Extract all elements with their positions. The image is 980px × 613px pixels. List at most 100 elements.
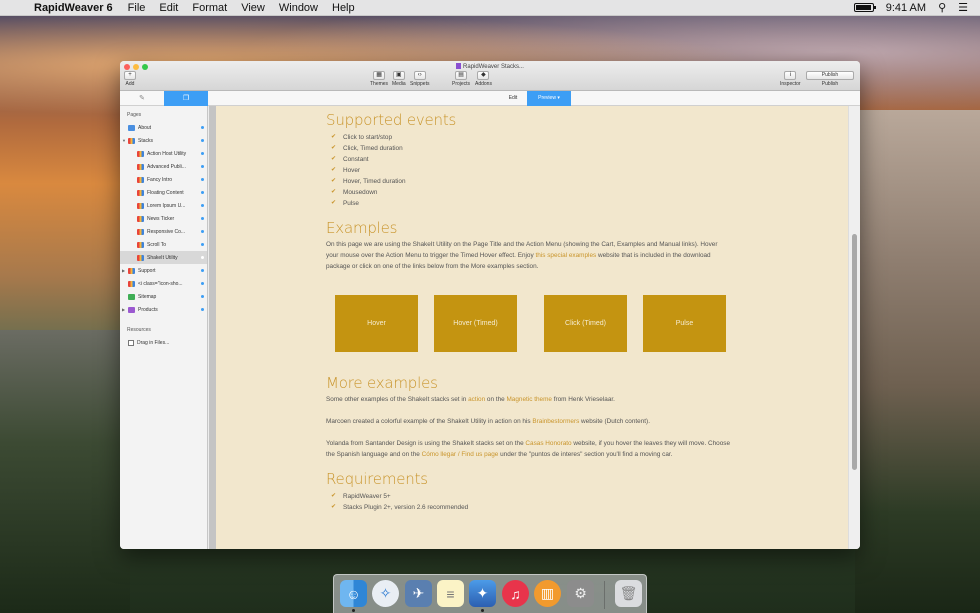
- menu-format[interactable]: Format: [185, 2, 234, 14]
- sitemap-icon: [128, 293, 135, 300]
- sidebar-item-action-host-utility[interactable]: Action Host Utility: [120, 147, 207, 160]
- hover-example-button[interactable]: Hover: [335, 295, 418, 352]
- itunes-icon[interactable]: ♫: [502, 580, 529, 607]
- drag-in-files[interactable]: Drag in Files...: [120, 336, 207, 349]
- list-item: Hover: [326, 165, 731, 176]
- add-button[interactable]: + Add: [124, 71, 136, 87]
- addons-button[interactable]: ◆ Addons: [475, 71, 492, 87]
- status-dot: [201, 295, 204, 298]
- page-icon: [128, 124, 135, 131]
- list-item: Mousedown: [326, 187, 731, 198]
- plus-icon: +: [124, 71, 136, 80]
- content-column-lower: More examples Some other examples of the…: [326, 374, 731, 513]
- status-dot: [201, 191, 204, 194]
- status-dot: [201, 230, 204, 233]
- notes-icon[interactable]: ≡: [437, 580, 464, 607]
- sidebar-item-stacks[interactable]: ▼ Stacks: [120, 134, 207, 147]
- magnetic-theme-link[interactable]: Magnetic theme: [506, 396, 551, 403]
- rapidweaver-window: RapidWeaver Stacks... + Add ▦ Themes ▣ Medi…: [120, 61, 860, 549]
- dock: ☺ ✧ ✈ ≡ ✦ ♫ ▥ ⚙ 🗑: [333, 574, 647, 613]
- publish-button-label: Publish: [821, 72, 839, 78]
- sidebar-item-fancy-intro[interactable]: Fancy Intro: [120, 173, 207, 186]
- tab-preview[interactable]: Preview ▾: [527, 91, 571, 106]
- status-dot: [201, 139, 204, 142]
- menu-window[interactable]: Window: [272, 2, 325, 14]
- menu-view[interactable]: View: [234, 2, 272, 14]
- list-item: Click to start/stop: [326, 132, 731, 143]
- menu-help[interactable]: Help: [325, 2, 362, 14]
- ibooks-icon[interactable]: ▥: [534, 580, 561, 607]
- menu-edit[interactable]: Edit: [152, 2, 185, 14]
- disclosure-open-icon[interactable]: ▼: [122, 138, 126, 143]
- find-us-page-link[interactable]: Cómo llegar / Find us page: [422, 451, 499, 458]
- wallpaper-right-cliff: [855, 110, 980, 613]
- media-button[interactable]: ▣ Media: [392, 71, 406, 87]
- wallpaper-left-scenery: [0, 330, 130, 613]
- snippets-button[interactable]: ‹› Snippets: [410, 71, 429, 87]
- pulse-example-button[interactable]: Pulse: [643, 295, 726, 352]
- tab-edit[interactable]: Edit: [499, 91, 527, 106]
- projects-button[interactable]: ▤ Projects: [452, 71, 470, 87]
- publish-button[interactable]: Publish: [806, 71, 854, 80]
- more-examples-heading: More examples: [326, 374, 438, 392]
- app-menu[interactable]: RapidWeaver 6: [30, 2, 121, 14]
- requirements-list: RapidWeaver 5+ Stacks Plugin 2+, version…: [326, 491, 731, 513]
- tab-wrench[interactable]: ✎: [120, 91, 164, 106]
- action-link[interactable]: action: [468, 396, 485, 403]
- sidebar-item-support[interactable]: ▶ Support: [120, 264, 207, 277]
- disclosure-closed-icon[interactable]: ▶: [122, 268, 125, 273]
- rapidweaver-icon[interactable]: ✦: [469, 580, 496, 607]
- inspector-button[interactable]: i Inspector: [780, 71, 801, 87]
- brainbestormers-link[interactable]: Brainbestormers: [532, 418, 579, 425]
- click-timed-example-button[interactable]: Click (Timed): [544, 295, 627, 352]
- list-item: RapidWeaver 5+: [326, 491, 731, 502]
- preview-scrollbar[interactable]: [848, 106, 860, 549]
- pages-sidebar: Pages About ▼ Stacks Action Host Utility …: [120, 106, 208, 549]
- sidebar-item-icon-shopping[interactable]: <i class="icon-sho...: [120, 277, 207, 290]
- status-dot: [201, 282, 204, 285]
- themes-button[interactable]: ▦ Themes: [370, 71, 388, 87]
- list-item: Pulse: [326, 198, 731, 209]
- status-dot: [201, 178, 204, 181]
- running-indicator: [481, 609, 484, 612]
- casas-honorato-link[interactable]: Casas Honorato: [525, 440, 571, 447]
- finder-icon[interactable]: ☺: [340, 580, 367, 607]
- scroll-thumb[interactable]: [852, 234, 857, 470]
- sidebar-item-sitemap[interactable]: Sitemap: [120, 290, 207, 303]
- trash-icon[interactable]: 🗑: [615, 580, 642, 607]
- preview-app-icon[interactable]: ✈: [405, 580, 432, 607]
- status-dot: [201, 269, 204, 272]
- status-dot: [201, 256, 204, 259]
- sidebar-item-scroll-to[interactable]: Scroll To: [120, 238, 207, 251]
- sidebar-item-floating-content[interactable]: Floating Content: [120, 186, 207, 199]
- special-examples-link[interactable]: this special examples: [535, 252, 596, 259]
- sidebar-item-news-ticker[interactable]: News Ticker: [120, 212, 207, 225]
- status-dot: [201, 204, 204, 207]
- content-column: Supported events Click to start/stop Cli…: [326, 106, 731, 272]
- sidebar-item-advanced-publi[interactable]: Advanced Publi...: [120, 160, 207, 173]
- sidebar-item-shakeit-utility[interactable]: ShakeIt Utility: [120, 251, 207, 264]
- sidebar-item-responsive-co[interactable]: Responsive Co...: [120, 225, 207, 238]
- system-preferences-icon[interactable]: ⚙: [567, 580, 594, 607]
- menu-bar: RapidWeaver 6 File Edit Format View Wind…: [0, 0, 980, 16]
- safari-icon[interactable]: ✧: [372, 580, 399, 607]
- sidebar-item-about[interactable]: About: [120, 121, 207, 134]
- spotlight-search-icon[interactable]: ⚲: [938, 1, 946, 14]
- menubar-clock[interactable]: 9:41 AM: [886, 2, 926, 14]
- menu-file[interactable]: File: [121, 2, 153, 14]
- notification-center-icon[interactable]: ☰: [958, 1, 968, 14]
- themes-icon: ▦: [373, 71, 386, 80]
- supported-events-heading: Supported events: [326, 111, 457, 129]
- hover-timed-example-button[interactable]: Hover (Timed): [434, 295, 517, 352]
- sidebar-item-lorem-ipsum[interactable]: Lorem Ipsum U...: [120, 199, 207, 212]
- stacks-icon: [137, 189, 144, 196]
- sidebar-item-products[interactable]: ▶ Products: [120, 303, 207, 316]
- battery-icon[interactable]: [853, 3, 876, 12]
- web-preview: Supported events Click to start/stop Cli…: [216, 106, 848, 549]
- media-icon: ▣: [392, 71, 405, 80]
- tab-pages[interactable]: ❐: [164, 91, 208, 106]
- status-dot: [201, 165, 204, 168]
- publish-toolbar-item[interactable]: Publish Publish: [806, 71, 854, 87]
- stacks-icon: [137, 163, 144, 170]
- disclosure-closed-icon[interactable]: ▶: [122, 307, 125, 312]
